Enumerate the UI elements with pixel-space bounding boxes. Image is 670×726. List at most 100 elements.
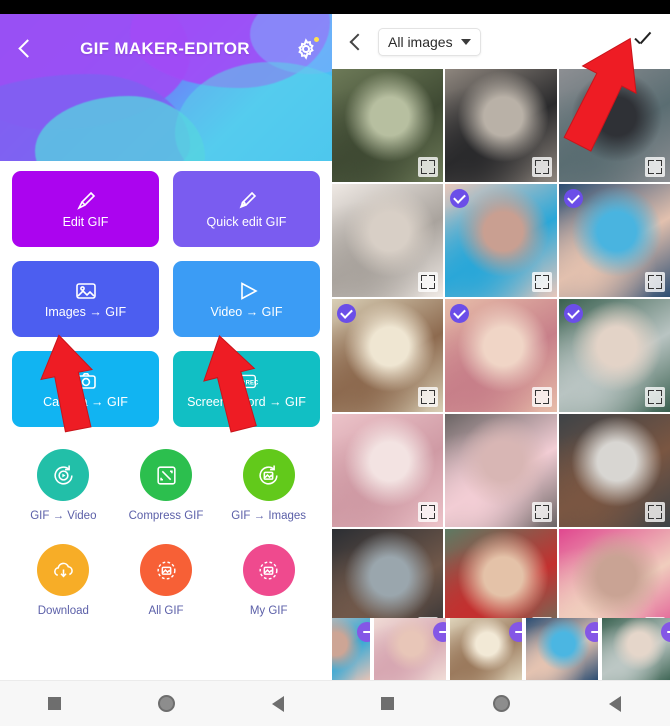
status-bar (332, 0, 670, 14)
grid-image-cell[interactable] (445, 69, 557, 182)
back-chevron-icon[interactable] (346, 32, 366, 52)
expand-preview-icon[interactable] (531, 387, 552, 407)
circle-label: Download (37, 605, 89, 617)
grid-image-cell[interactable] (332, 184, 444, 297)
left-phone-panel: GIF MAKER-EDITOR Edit GIF Quick edit GIF… (0, 0, 332, 726)
status-bar (0, 0, 332, 14)
tray-thumbnail[interactable] (374, 618, 446, 680)
button-label: Screen record → GIF (187, 395, 306, 409)
remove-thumbnail-icon[interactable] (585, 622, 598, 642)
grid-image-cell[interactable] (445, 529, 557, 632)
images-to-gif-button[interactable]: Images → GIF (12, 261, 159, 337)
grid-image-cell[interactable] (332, 69, 444, 182)
circle-label: All GIF (148, 605, 184, 617)
picker-header: All images (332, 14, 670, 69)
gif-to-images-item[interactable]: GIF → Images (217, 449, 320, 522)
tray-thumbnail[interactable] (332, 618, 370, 680)
grid-image-cell[interactable] (445, 299, 557, 412)
grid-image-cell[interactable] (445, 184, 557, 297)
square-recents-icon[interactable] (381, 697, 395, 710)
checkmark-icon[interactable] (630, 29, 656, 55)
rec-icon: REC (237, 374, 258, 389)
tray-thumbnail[interactable] (526, 618, 598, 680)
my-gif-icon (242, 544, 295, 596)
selected-check-badge (563, 189, 583, 208)
expand-preview-icon[interactable] (645, 157, 665, 177)
right-phone-panel: All images (332, 0, 670, 726)
album-selector[interactable]: All images (378, 27, 481, 56)
page-title: GIF MAKER-EDITOR (80, 39, 250, 58)
expand-preview-icon[interactable] (645, 387, 665, 407)
compress-gif-item[interactable]: Compress GIF (115, 449, 218, 522)
button-label: Quick edit GIF (206, 215, 287, 229)
back-chevron-icon[interactable] (14, 38, 36, 60)
svg-text:REC: REC (245, 380, 258, 386)
album-selector-value: All images (388, 33, 453, 50)
expand-preview-icon[interactable] (418, 502, 439, 522)
image-grid-scroll[interactable] (332, 69, 670, 632)
expand-preview-icon[interactable] (531, 157, 552, 177)
all-gif-icon (140, 544, 192, 596)
screen-record-to-gif-button[interactable]: REC Screen record → GIF (173, 351, 320, 427)
remove-thumbnail-icon[interactable] (357, 622, 370, 642)
gif-to-video-icon (37, 449, 90, 501)
triangle-back-icon[interactable] (271, 695, 284, 712)
tray-thumbnail[interactable] (450, 618, 522, 680)
android-navbar-left (0, 680, 332, 726)
primary-button-row-2: Images → GIF Video → GIF (12, 261, 320, 337)
button-label: Video → GIF (210, 305, 283, 319)
expand-preview-icon[interactable] (645, 502, 665, 522)
circle-home-icon[interactable] (492, 695, 510, 712)
remove-thumbnail-icon[interactable] (433, 622, 446, 642)
image-grid (332, 69, 670, 632)
circle-label: Compress GIF (128, 510, 204, 522)
edit-gif-button[interactable]: Edit GIF (12, 171, 159, 247)
primary-button-row-1: Edit GIF Quick edit GIF (12, 171, 320, 247)
grid-image-cell[interactable] (332, 299, 444, 412)
video-to-gif-button[interactable]: Video → GIF (173, 261, 320, 337)
grid-image-cell[interactable] (332, 529, 444, 632)
circle-label: GIF → Images (231, 510, 307, 522)
compress-icon (140, 449, 192, 501)
gear-icon[interactable] (294, 37, 319, 61)
grid-image-cell[interactable] (445, 414, 557, 527)
chevron-down-icon (460, 38, 471, 45)
gif-to-video-item[interactable]: GIF → Video (12, 449, 115, 522)
remove-thumbnail-icon[interactable] (509, 622, 522, 642)
quick-edit-gif-button[interactable]: Quick edit GIF (173, 171, 320, 247)
circle-label: My GIF (249, 605, 288, 617)
app-header: GIF MAKER-EDITOR (0, 14, 332, 161)
expand-preview-icon[interactable] (531, 502, 552, 522)
dual-phone-screenshot: GIF MAKER-EDITOR Edit GIF Quick edit GIF… (0, 0, 670, 726)
circle-home-icon[interactable] (157, 695, 175, 712)
square-recents-icon[interactable] (48, 697, 62, 710)
grid-image-cell[interactable] (558, 414, 670, 527)
expand-preview-icon[interactable] (645, 272, 665, 292)
grid-image-cell[interactable] (558, 184, 670, 297)
brush-icon (76, 191, 95, 210)
my-gif-item[interactable]: My GIF (217, 544, 320, 617)
expand-preview-icon[interactable] (418, 272, 439, 292)
expand-preview-icon[interactable] (418, 387, 439, 407)
selected-check-badge (563, 304, 583, 323)
expand-preview-icon[interactable] (531, 272, 552, 292)
grid-image-cell[interactable] (558, 69, 670, 182)
camera-icon (75, 373, 96, 389)
button-label: Images → GIF (44, 305, 127, 319)
gear-badge-dot (314, 37, 319, 42)
tray-thumbnail[interactable] (602, 618, 670, 680)
button-label: Edit GIF (62, 215, 109, 229)
all-gif-item[interactable]: All GIF (115, 544, 218, 617)
selected-thumbnails-tray[interactable] (332, 618, 670, 680)
grid-image-cell[interactable] (332, 414, 444, 527)
left-app-body: Edit GIF Quick edit GIF Images → GIF Vid… (0, 161, 332, 617)
circle-label: GIF → Video (30, 510, 97, 522)
download-item[interactable]: Download (12, 544, 115, 617)
triangle-back-icon[interactable] (608, 695, 621, 712)
expand-preview-icon[interactable] (418, 157, 439, 177)
grid-image-cell[interactable] (558, 529, 670, 632)
camera-to-gif-button[interactable]: Camera → GIF (12, 351, 159, 427)
grid-image-cell[interactable] (558, 299, 670, 412)
photo-thumbnail (602, 618, 670, 680)
quick-brush-icon (239, 191, 256, 209)
